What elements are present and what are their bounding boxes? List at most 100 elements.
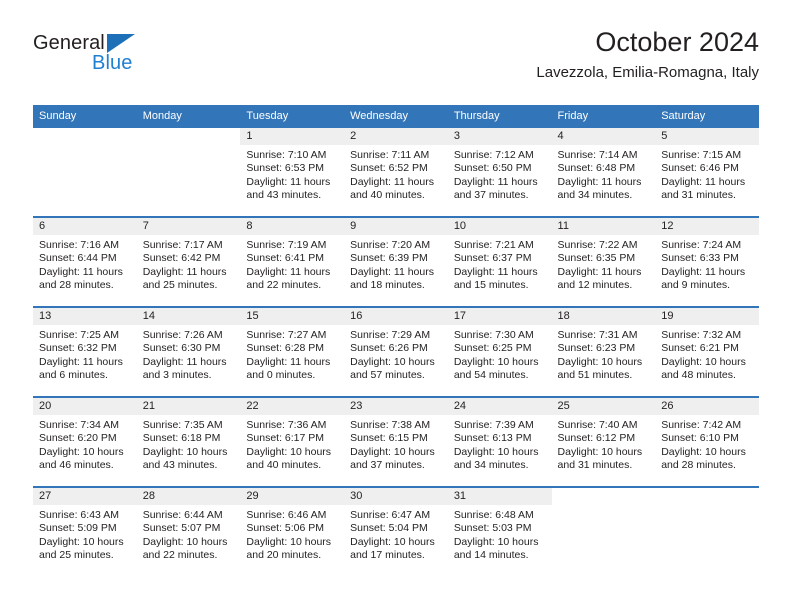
day-cell[interactable]: 23 Sunrise: 7:38 AM Sunset: 6:15 PM Dayl… bbox=[344, 396, 448, 487]
day-number: 8 bbox=[240, 218, 345, 235]
sunset-text: Sunset: 6:44 PM bbox=[39, 252, 117, 265]
day-number: 31 bbox=[447, 488, 552, 505]
day-details: Sunrise: 7:12 AM Sunset: 6:50 PM Dayligh… bbox=[448, 145, 552, 203]
day-cell[interactable]: 15 Sunrise: 7:27 AM Sunset: 6:28 PM Dayl… bbox=[240, 306, 345, 397]
sunset-text: Sunset: 5:03 PM bbox=[453, 522, 532, 535]
daylight-text: Daylight: 10 hours and 28 minutes. bbox=[661, 445, 746, 472]
sunset-text: Sunset: 6:53 PM bbox=[246, 162, 325, 175]
sunrise-text: Sunrise: 7:15 AM bbox=[661, 149, 742, 161]
day-cell[interactable]: 17 Sunrise: 7:30 AM Sunset: 6:25 PM Dayl… bbox=[447, 306, 552, 397]
sunset-text: Sunset: 6:35 PM bbox=[557, 252, 636, 265]
day-cell[interactable]: 7 Sunrise: 7:17 AM Sunset: 6:42 PM Dayli… bbox=[136, 216, 241, 307]
day-number: 20 bbox=[33, 398, 137, 415]
daylight-text: Daylight: 10 hours and 17 minutes. bbox=[350, 535, 435, 562]
day-cell[interactable]: 9 Sunrise: 7:20 AM Sunset: 6:39 PM Dayli… bbox=[344, 216, 448, 307]
sunset-text: Sunset: 5:04 PM bbox=[350, 522, 428, 535]
daylight-text: Daylight: 11 hours and 18 minutes. bbox=[350, 265, 434, 292]
day-cell[interactable]: 13 Sunrise: 7:25 AM Sunset: 6:32 PM Dayl… bbox=[33, 306, 137, 397]
day-details: Sunrise: 7:32 AM Sunset: 6:21 PM Dayligh… bbox=[655, 325, 759, 383]
sunset-text: Sunset: 6:32 PM bbox=[39, 342, 117, 355]
sunrise-text: Sunrise: 6:47 AM bbox=[350, 509, 431, 521]
week-row: 13 Sunrise: 7:25 AM Sunset: 6:32 PM Dayl… bbox=[33, 306, 759, 397]
day-number: 10 bbox=[447, 218, 552, 235]
day-cell[interactable]: 1 Sunrise: 7:10 AM Sunset: 6:53 PM Dayli… bbox=[240, 128, 345, 217]
day-details: Sunrise: 7:31 AM Sunset: 6:23 PM Dayligh… bbox=[552, 325, 656, 383]
day-cell[interactable]: 4 Sunrise: 7:14 AM Sunset: 6:48 PM Dayli… bbox=[551, 128, 656, 217]
week-row: 27 Sunrise: 6:43 AM Sunset: 5:09 PM Dayl… bbox=[33, 486, 759, 576]
day-cell[interactable]: 24 Sunrise: 7:39 AM Sunset: 6:13 PM Dayl… bbox=[447, 396, 552, 487]
daylight-text: Daylight: 11 hours and 3 minutes. bbox=[142, 355, 227, 382]
day-number: 27 bbox=[33, 488, 137, 505]
sunrise-text: Sunrise: 7:38 AM bbox=[350, 419, 431, 431]
sunrise-text: Sunrise: 7:34 AM bbox=[39, 419, 119, 431]
daylight-text: Daylight: 10 hours and 22 minutes. bbox=[142, 535, 228, 562]
day-cell[interactable]: 19 Sunrise: 7:32 AM Sunset: 6:21 PM Dayl… bbox=[655, 306, 759, 397]
day-details: Sunrise: 7:21 AM Sunset: 6:37 PM Dayligh… bbox=[448, 235, 552, 293]
title-block: October 2024 Lavezzola, Emilia-Romagna, … bbox=[536, 26, 759, 82]
page-subtitle-location: Lavezzola, Emilia-Romagna, Italy bbox=[536, 64, 759, 81]
day-details: Sunrise: 7:20 AM Sunset: 6:39 PM Dayligh… bbox=[344, 235, 448, 293]
sunset-text: Sunset: 6:42 PM bbox=[142, 252, 221, 265]
day-number: 29 bbox=[240, 488, 345, 505]
day-cell[interactable]: 10 Sunrise: 7:21 AM Sunset: 6:37 PM Dayl… bbox=[447, 216, 552, 307]
daylight-text: Daylight: 10 hours and 51 minutes. bbox=[557, 355, 643, 382]
day-number: 28 bbox=[136, 488, 241, 505]
day-cell[interactable]: 12 Sunrise: 7:24 AM Sunset: 6:33 PM Dayl… bbox=[655, 216, 759, 307]
day-cell[interactable]: 20 Sunrise: 7:34 AM Sunset: 6:20 PM Dayl… bbox=[33, 396, 137, 487]
day-cell[interactable] bbox=[33, 128, 137, 217]
weekday-header-sunday: Sunday bbox=[33, 105, 137, 128]
weekday-header-monday: Monday bbox=[136, 105, 241, 128]
day-cell[interactable]: 22 Sunrise: 7:36 AM Sunset: 6:17 PM Dayl… bbox=[240, 396, 345, 487]
day-number: 12 bbox=[655, 218, 759, 235]
day-number: 15 bbox=[240, 308, 345, 325]
day-cell[interactable]: 25 Sunrise: 7:40 AM Sunset: 6:12 PM Dayl… bbox=[551, 396, 656, 487]
day-cell[interactable]: 18 Sunrise: 7:31 AM Sunset: 6:23 PM Dayl… bbox=[551, 306, 656, 397]
day-cell[interactable]: 31 Sunrise: 6:48 AM Sunset: 5:03 PM Dayl… bbox=[447, 486, 552, 576]
day-number: 3 bbox=[447, 128, 552, 145]
day-details: Sunrise: 7:40 AM Sunset: 6:12 PM Dayligh… bbox=[552, 415, 656, 473]
sunset-text: Sunset: 6:25 PM bbox=[453, 342, 532, 355]
sunset-text: Sunset: 6:50 PM bbox=[453, 162, 532, 175]
day-cell[interactable]: 29 Sunrise: 6:46 AM Sunset: 5:06 PM Dayl… bbox=[240, 486, 345, 576]
day-cell[interactable]: 30 Sunrise: 6:47 AM Sunset: 5:04 PM Dayl… bbox=[344, 486, 448, 576]
sunrise-sunset-calendar: Sunday Monday Tuesday Wednesday Thursday… bbox=[33, 105, 759, 576]
day-number: 17 bbox=[447, 308, 552, 325]
day-cell[interactable]: 5 Sunrise: 7:15 AM Sunset: 6:46 PM Dayli… bbox=[655, 128, 759, 217]
daylight-text: Daylight: 11 hours and 15 minutes. bbox=[453, 265, 538, 292]
day-cell[interactable]: 2 Sunrise: 7:11 AM Sunset: 6:52 PM Dayli… bbox=[344, 128, 448, 217]
day-cell[interactable]: 8 Sunrise: 7:19 AM Sunset: 6:41 PM Dayli… bbox=[240, 216, 345, 307]
day-cell[interactable]: 28 Sunrise: 6:44 AM Sunset: 5:07 PM Dayl… bbox=[136, 486, 241, 576]
daylight-text: Daylight: 10 hours and 37 minutes. bbox=[350, 445, 435, 472]
sunrise-text: Sunrise: 7:42 AM bbox=[661, 419, 742, 431]
day-cell[interactable] bbox=[551, 486, 656, 576]
day-cell[interactable]: 6 Sunrise: 7:16 AM Sunset: 6:44 PM Dayli… bbox=[33, 216, 137, 307]
day-cell[interactable]: 27 Sunrise: 6:43 AM Sunset: 5:09 PM Dayl… bbox=[33, 486, 137, 576]
sunrise-text: Sunrise: 7:39 AM bbox=[453, 419, 534, 431]
day-cell[interactable]: 11 Sunrise: 7:22 AM Sunset: 6:35 PM Dayl… bbox=[551, 216, 656, 307]
weekday-header-friday: Friday bbox=[551, 105, 656, 128]
day-cell[interactable]: 21 Sunrise: 7:35 AM Sunset: 6:18 PM Dayl… bbox=[136, 396, 241, 487]
day-cell[interactable]: 16 Sunrise: 7:29 AM Sunset: 6:26 PM Dayl… bbox=[344, 306, 448, 397]
day-details: Sunrise: 7:11 AM Sunset: 6:52 PM Dayligh… bbox=[344, 145, 448, 203]
sunset-text: Sunset: 6:26 PM bbox=[350, 342, 428, 355]
day-details: Sunrise: 7:19 AM Sunset: 6:41 PM Dayligh… bbox=[240, 235, 344, 293]
sunset-text: Sunset: 6:20 PM bbox=[39, 432, 117, 445]
day-number: 19 bbox=[655, 308, 759, 325]
day-details: Sunrise: 7:35 AM Sunset: 6:18 PM Dayligh… bbox=[137, 415, 241, 473]
page-header: General Blue October 2024 Lavezzola, Emi… bbox=[33, 26, 759, 98]
day-cell[interactable]: 26 Sunrise: 7:42 AM Sunset: 6:10 PM Dayl… bbox=[655, 396, 759, 487]
sunrise-text: Sunrise: 7:10 AM bbox=[246, 149, 327, 161]
sunset-text: Sunset: 6:37 PM bbox=[453, 252, 532, 265]
week-row: 6 Sunrise: 7:16 AM Sunset: 6:44 PM Dayli… bbox=[33, 216, 759, 307]
day-number: 18 bbox=[551, 308, 656, 325]
day-number: 9 bbox=[344, 218, 448, 235]
sunset-text: Sunset: 6:23 PM bbox=[557, 342, 636, 355]
day-details: Sunrise: 7:30 AM Sunset: 6:25 PM Dayligh… bbox=[448, 325, 552, 383]
day-cell[interactable] bbox=[136, 128, 241, 217]
day-number: 22 bbox=[240, 398, 345, 415]
day-cell[interactable]: 3 Sunrise: 7:12 AM Sunset: 6:50 PM Dayli… bbox=[447, 128, 552, 217]
day-cell[interactable] bbox=[655, 486, 759, 576]
daylight-text: Daylight: 11 hours and 12 minutes. bbox=[557, 265, 642, 292]
day-cell[interactable]: 14 Sunrise: 7:26 AM Sunset: 6:30 PM Dayl… bbox=[136, 306, 241, 397]
daylight-text: Daylight: 11 hours and 37 minutes. bbox=[453, 175, 538, 202]
